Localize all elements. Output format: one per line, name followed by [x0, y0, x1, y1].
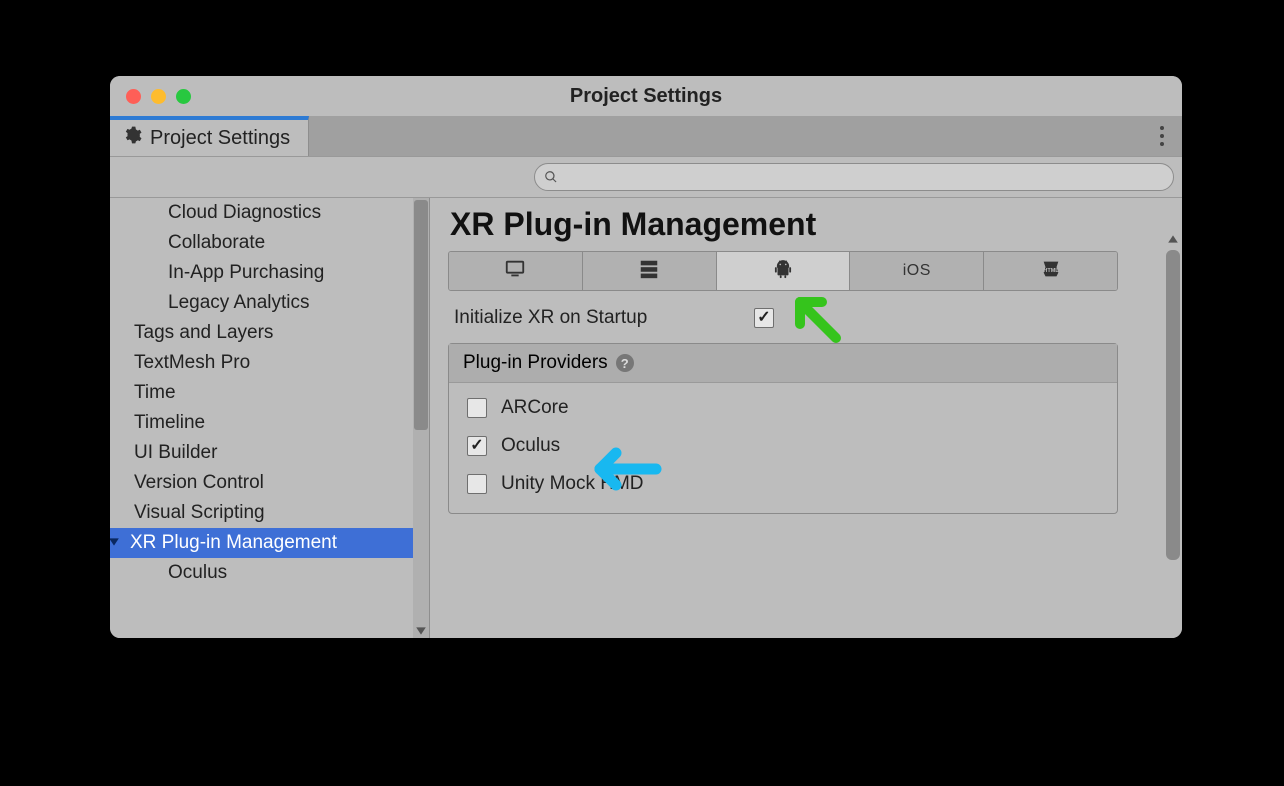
sidebar-item-label: Tags and Layers: [134, 322, 273, 344]
settings-sidebar: Cloud Diagnostics Collaborate In-App Purch…: [110, 198, 430, 638]
sidebar-item-time[interactable]: Time: [110, 378, 429, 408]
gear-icon: [122, 125, 142, 151]
provider-label: ARCore: [501, 397, 569, 419]
platform-tab-android[interactable]: [717, 252, 851, 290]
provider-row-unity-mock-hmd: Unity Mock HMD: [449, 465, 1117, 503]
platform-tab-server[interactable]: [583, 252, 717, 290]
platform-tab-webgl[interactable]: HTML: [984, 252, 1117, 290]
sidebar-item-version-control[interactable]: Version Control: [110, 468, 429, 498]
platform-tab-standalone[interactable]: [449, 252, 583, 290]
providers-panel: Plug-in Providers ? ARCore Oculus Unity Mo…: [448, 343, 1118, 514]
android-icon: [772, 258, 794, 285]
sidebar-item-label: Time: [134, 382, 176, 404]
sidebar-item-cloud-diagnostics[interactable]: Cloud Diagnostics: [110, 198, 429, 228]
provider-label: Oculus: [501, 435, 560, 457]
provider-checkbox[interactable]: [467, 398, 487, 418]
svg-text:HTML: HTML: [1043, 267, 1059, 273]
sidebar-item-ui-builder[interactable]: UI Builder: [110, 438, 429, 468]
scroll-down-icon[interactable]: [415, 624, 427, 636]
server-icon: [638, 258, 660, 285]
initialize-xr-checkbox[interactable]: [754, 308, 774, 328]
sidebar-item-label: Oculus: [168, 562, 227, 584]
sidebar-item-legacy-analytics[interactable]: Legacy Analytics: [110, 288, 429, 318]
sidebar-item-tags-and-layers[interactable]: Tags and Layers: [110, 318, 429, 348]
sidebar-scrollbar[interactable]: [413, 198, 429, 638]
provider-checkbox[interactable]: [467, 474, 487, 494]
expand-triangle-icon: [110, 532, 124, 554]
sidebar-item-visual-scripting[interactable]: Visual Scripting: [110, 498, 429, 528]
sidebar-item-label: TextMesh Pro: [134, 352, 250, 374]
sidebar-item-label: Timeline: [134, 412, 205, 434]
tab-label: Project Settings: [150, 127, 290, 150]
webgl-icon: HTML: [1040, 258, 1062, 285]
help-icon[interactable]: ?: [616, 354, 634, 372]
sidebar-item-label: Legacy Analytics: [168, 292, 310, 314]
search-icon: [544, 170, 558, 184]
tab-project-settings[interactable]: Project Settings: [110, 116, 309, 156]
scroll-up-icon[interactable]: [1167, 232, 1179, 244]
sidebar-item-timeline[interactable]: Timeline: [110, 408, 429, 438]
sidebar-item-xr-plug-in-management[interactable]: XR Plug-in Management: [110, 528, 429, 558]
titlebar: Project Settings: [110, 76, 1182, 116]
project-settings-window: Project Settings Project Settings Cloud …: [110, 76, 1182, 638]
initialize-xr-label: Initialize XR on Startup: [454, 307, 754, 329]
platform-tab-ios[interactable]: iOS: [850, 252, 984, 290]
scrollbar-thumb[interactable]: [414, 200, 428, 430]
sidebar-item-label: Visual Scripting: [134, 502, 265, 524]
provider-row-oculus: Oculus: [449, 427, 1117, 465]
sidebar-item-label: In-App Purchasing: [168, 262, 324, 284]
settings-main: XR Plug-in Management iOS HTML Initialize…: [430, 198, 1182, 638]
main-scrollbar[interactable]: [1164, 246, 1182, 638]
provider-label: Unity Mock HMD: [501, 473, 644, 495]
search-input[interactable]: [534, 163, 1174, 191]
sidebar-item-in-app-purchasing[interactable]: In-App Purchasing: [110, 258, 429, 288]
platform-tab-label: iOS: [903, 262, 931, 280]
platform-tabs: iOS HTML: [448, 251, 1118, 291]
search-row: [110, 156, 1182, 198]
sidebar-item-label: Version Control: [134, 472, 264, 494]
sidebar-item-collaborate[interactable]: Collaborate: [110, 228, 429, 258]
sidebar-item-label: UI Builder: [134, 442, 217, 464]
sidebar-item-label: XR Plug-in Management: [130, 532, 337, 554]
page-title: XR Plug-in Management: [450, 206, 1156, 243]
sidebar-item-label: Cloud Diagnostics: [168, 202, 321, 224]
tab-bar: Project Settings: [110, 116, 1182, 156]
sidebar-item-textmesh-pro[interactable]: TextMesh Pro: [110, 348, 429, 378]
providers-header: Plug-in Providers: [463, 352, 608, 374]
standalone-icon: [504, 258, 526, 285]
sidebar-item-oculus[interactable]: Oculus: [110, 558, 429, 588]
provider-row-arcore: ARCore: [449, 389, 1117, 427]
provider-checkbox[interactable]: [467, 436, 487, 456]
sidebar-item-label: Collaborate: [168, 232, 265, 254]
panel-menu-button[interactable]: [1142, 116, 1182, 156]
window-title: Project Settings: [110, 85, 1182, 108]
scrollbar-thumb[interactable]: [1166, 250, 1180, 560]
